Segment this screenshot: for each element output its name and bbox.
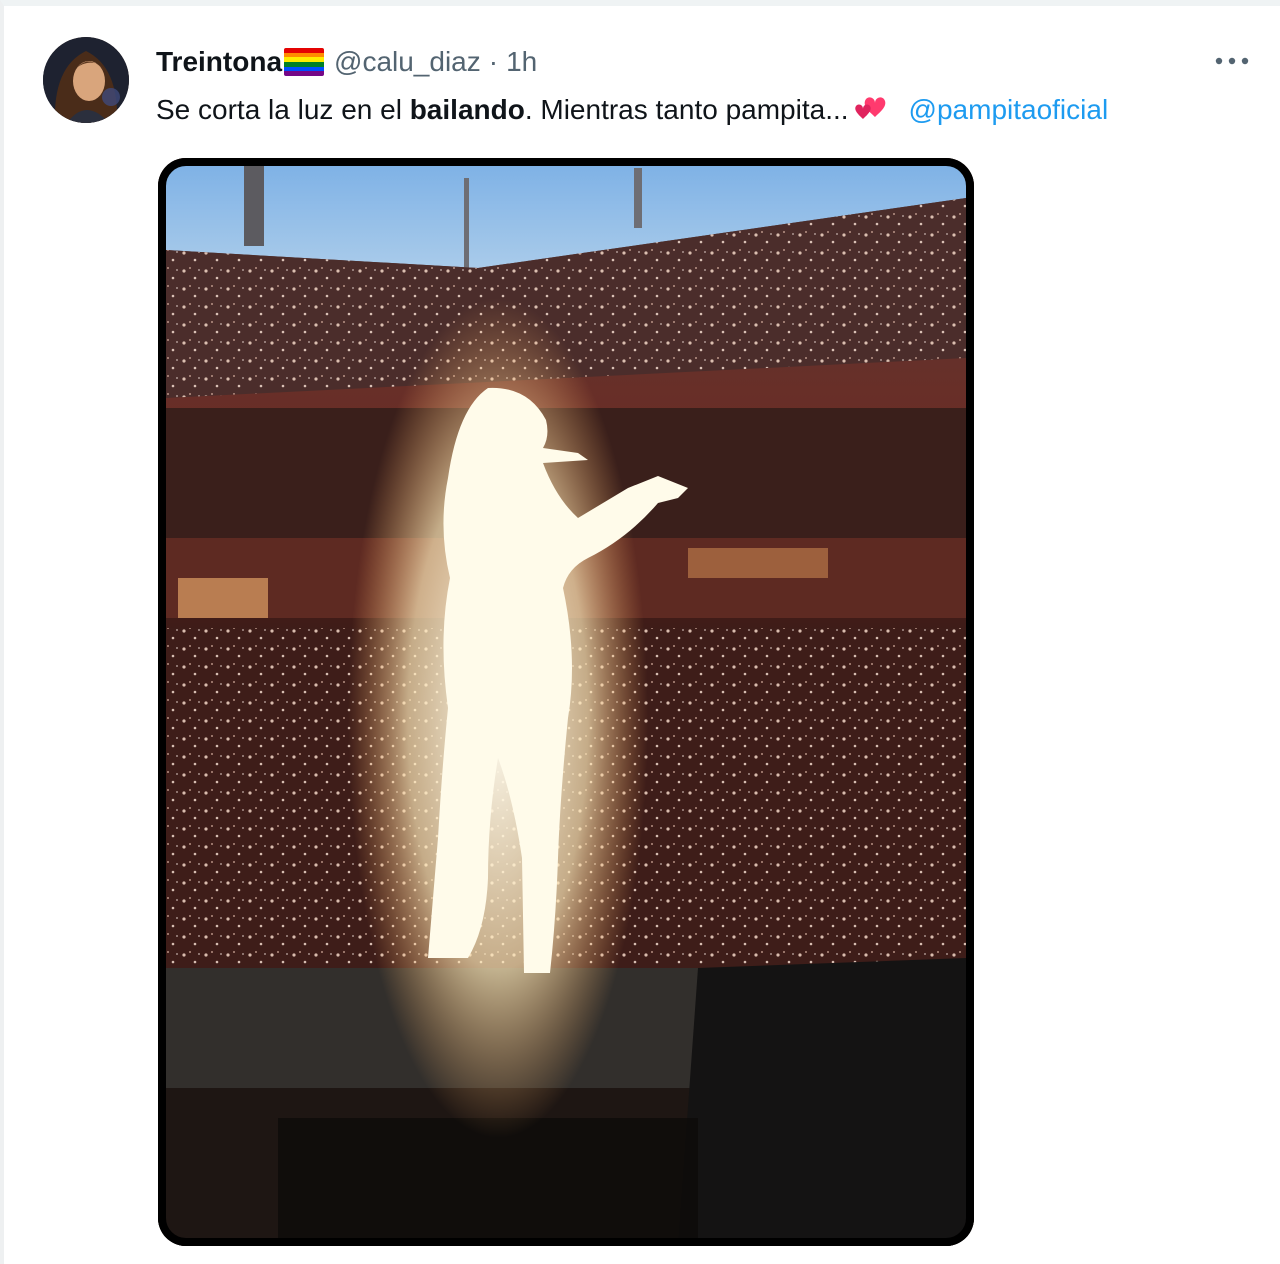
tweet-text-part: . Mientras tanto pampita... (524, 94, 849, 125)
more-horizontal-icon (1215, 57, 1249, 65)
avatar[interactable] (43, 37, 129, 123)
avatar-image (43, 37, 129, 123)
mention-link[interactable]: @pampitaoficial (909, 94, 1109, 125)
tweet-card[interactable]: Treintona @calu_diaz · 1h Se corta la lu… (0, 0, 1280, 1264)
user-handle[interactable]: @calu_diaz (334, 44, 481, 80)
rainbow-flag-icon (284, 48, 325, 76)
tweet-media-video[interactable] (158, 158, 974, 1246)
concert-video-thumbnail (158, 158, 974, 1246)
tweet-header: Treintona @calu_diaz · 1h (156, 44, 537, 80)
tweet-text-bold: bailando (409, 94, 525, 125)
timestamp[interactable]: 1h (506, 44, 537, 80)
tweet-text-part: Se corta la luz en el (156, 94, 410, 125)
separator-dot: · (488, 46, 499, 77)
two-hearts-icon (854, 97, 885, 119)
tweet-text: Se corta la luz en el bailando. Mientras… (156, 92, 1256, 128)
more-options-button[interactable] (1210, 46, 1254, 76)
display-name[interactable]: Treintona (156, 44, 282, 80)
